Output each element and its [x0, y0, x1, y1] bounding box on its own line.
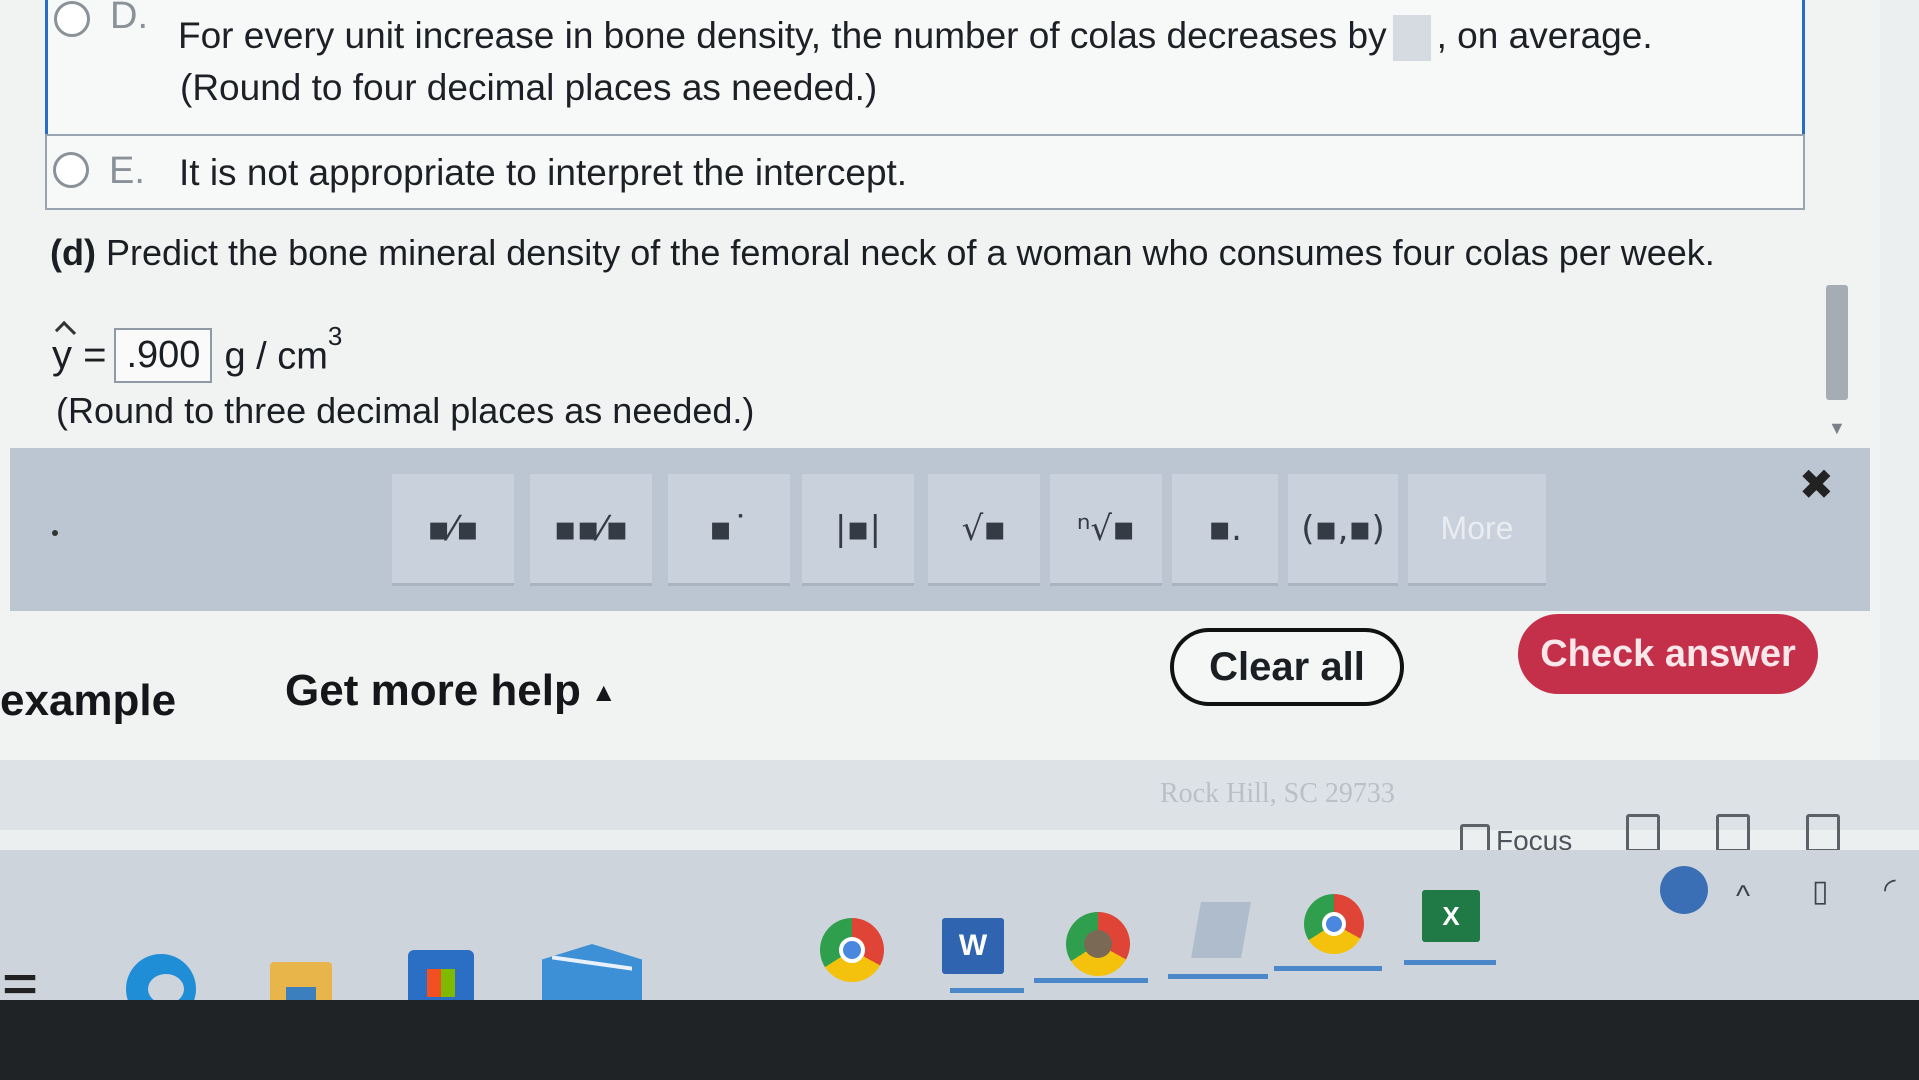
store-icon-logo [427, 969, 455, 997]
chrome-icon-2-center [1322, 912, 1346, 936]
web-view-icon[interactable] [1806, 814, 1840, 852]
clear-all-button[interactable]: Clear all [1170, 628, 1404, 706]
more-button[interactable]: More [1408, 474, 1546, 586]
chrome-profile-active-indicator [1034, 978, 1148, 983]
palette-dot [52, 530, 58, 536]
mixed-number-glyph: ▪▪⁄▪ [553, 508, 629, 549]
fraction-icon[interactable]: ▪⁄▪ [392, 474, 514, 586]
decimal-glyph: ▪. [1208, 508, 1242, 549]
sqrt-glyph: √▪ [961, 508, 1007, 549]
folder-active-indicator [1168, 974, 1268, 979]
option-e-letter: E. [109, 150, 145, 192]
sqrt-icon[interactable]: √▪ [928, 474, 1040, 586]
math-palette: ▪⁄▪ ▪▪⁄▪ ▪˙ |▪| √▪ ⁿ√▪ ▪. (▪,▪) More ✖ [10, 448, 1870, 611]
footer-location: Rock Hill, SC 29733 [1160, 778, 1395, 809]
option-e-radio[interactable] [53, 152, 89, 188]
part-d-text: Predict the bone mineral density of the … [105, 232, 1715, 273]
nth-root-glyph: ⁿ√▪ [1076, 508, 1136, 549]
scrollbar[interactable]: ▼ [1818, 20, 1850, 440]
excel-icon[interactable]: X [1422, 890, 1480, 942]
round-note: (Round to three decimal places as needed… [56, 390, 755, 431]
scroll-thumb[interactable] [1826, 285, 1848, 400]
network-globe-icon[interactable] [1660, 866, 1708, 914]
chrome-icon-2[interactable] [1304, 894, 1364, 954]
nth-root-icon[interactable]: ⁿ√▪ [1050, 474, 1162, 586]
chrome-icon-center [839, 937, 865, 963]
yhat-label: y = [52, 332, 107, 377]
option-d[interactable]: D. For every unit increase in bone densi… [45, 0, 1805, 140]
decimal-icon[interactable]: ▪. [1172, 474, 1278, 586]
ordered-pair-icon[interactable]: (▪,▪) [1288, 474, 1398, 586]
desk-edge [0, 1000, 1919, 1080]
absolute-value-glyph: |▪| [835, 508, 881, 549]
get-more-help-link[interactable]: Get more help ▲ [285, 666, 617, 716]
answer-row: y = .900 g / cm3 [52, 321, 342, 388]
excel-letter: X [1442, 900, 1460, 931]
option-d-letter: D. [110, 0, 148, 37]
exponent-icon[interactable]: ▪˙ [668, 474, 790, 586]
chrome-icon[interactable] [820, 918, 884, 982]
check-answer-button[interactable]: Check answer [1518, 614, 1818, 694]
view-example-link[interactable]: example [0, 676, 176, 726]
option-e[interactable]: E. It is not appropriate to interpret th… [45, 134, 1805, 210]
fraction-glyph: ▪⁄▪ [427, 508, 479, 549]
word-letter: W [958, 929, 988, 962]
word-active-indicator [950, 988, 1024, 993]
unit-text: g / cm [224, 335, 328, 378]
answer-input[interactable]: .900 [114, 327, 213, 383]
exponent-glyph: ▪˙ [708, 508, 750, 549]
book-view-icon[interactable] [1626, 814, 1660, 852]
wifi-icon[interactable]: ◜ [1884, 872, 1896, 907]
absolute-value-icon[interactable]: |▪| [802, 474, 914, 586]
excel-active-indicator [1404, 960, 1496, 965]
folder-icon[interactable] [1191, 902, 1251, 958]
ordered-pair-glyph: (▪,▪) [1301, 508, 1385, 549]
option-d-blank-input[interactable] [1392, 15, 1431, 62]
print-view-icon[interactable] [1716, 814, 1750, 852]
mixed-number-icon[interactable]: ▪▪⁄▪ [530, 474, 652, 586]
part-d-label: (d) [50, 232, 96, 273]
question-card: D. For every unit increase in bone densi… [0, 0, 1880, 760]
option-d-text-before: For every unit increase in bone density,… [178, 15, 1387, 56]
part-d-question: (d) Predict the bone mineral density of … [50, 232, 1715, 274]
mail-icon[interactable] [542, 944, 642, 1006]
caret-up-icon: ▲ [590, 677, 617, 707]
mail-icon-flap [552, 955, 632, 995]
chrome-profile-avatar [1084, 930, 1112, 958]
option-d-text-after: , on average. [1436, 15, 1653, 56]
option-d-text: For every unit increase in bone density,… [178, 15, 1653, 62]
help-label: Get more help [285, 666, 581, 715]
option-e-text: It is not appropriate to interpret the i… [179, 152, 908, 193]
option-d-radio[interactable] [54, 1, 90, 37]
option-d-note: (Round to four decimal places as needed.… [180, 67, 878, 108]
word-icon[interactable]: W [942, 918, 1004, 974]
chrome-2-active-indicator [1274, 966, 1382, 971]
unit-label: g / cm3 [224, 321, 342, 379]
close-icon[interactable]: ✖ [1799, 460, 1834, 509]
battery-icon[interactable]: ▯ [1812, 874, 1829, 909]
tray-chevron-up-icon[interactable]: ^ [1736, 880, 1750, 914]
scroll-down-arrow-icon[interactable]: ▼ [1828, 418, 1846, 439]
chrome-profile-icon[interactable] [1066, 912, 1130, 976]
unit-exponent: 3 [327, 321, 343, 352]
